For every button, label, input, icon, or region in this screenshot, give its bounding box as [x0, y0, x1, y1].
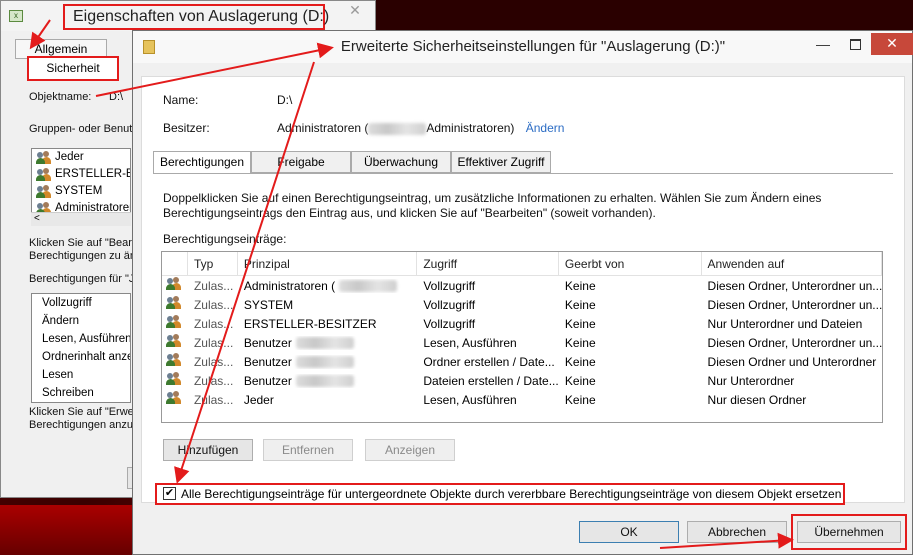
- annotation-arrow: [95, 42, 334, 97]
- annotation-arrow: [29, 19, 51, 50]
- annotation-arrows: [29, 19, 794, 549]
- annotation-arrow: [659, 532, 794, 549]
- annotation-arrow: [174, 61, 315, 484]
